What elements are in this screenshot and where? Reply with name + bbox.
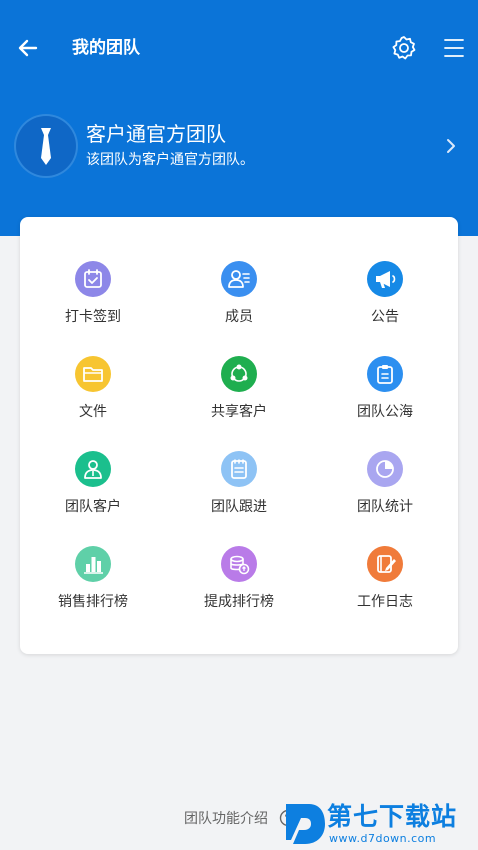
watermark-title: 第七下载站: [327, 802, 458, 831]
team-avatar: [16, 116, 76, 176]
team-feature-intro-link[interactable]: 团队功能介绍: [184, 808, 268, 830]
menu-button[interactable]: [442, 37, 466, 59]
clipboard-icon: [367, 356, 403, 392]
feature-label: 提成排行榜: [204, 594, 274, 610]
megaphone-icon: [367, 261, 403, 297]
bar-chart-icon: [75, 546, 111, 582]
feature-grid: 打卡签到 成员 公告 文件 共享客户 团队公海 团队客户 团队跟进 团队统计 销…: [20, 217, 458, 654]
settings-button[interactable]: [391, 35, 417, 61]
top-bar: 我的团队: [0, 0, 478, 96]
feature-check-in[interactable]: 打卡签到: [20, 261, 166, 341]
d7-logo-icon: [286, 804, 325, 844]
members-icon: [221, 261, 257, 297]
edit-log-icon: [367, 546, 403, 582]
site-watermark: 第七下载站 www.d7down.com: [283, 800, 478, 850]
pie-chart-icon: [367, 451, 403, 487]
chevron-right-icon: [447, 139, 455, 153]
watermark-url: www.d7down.com: [329, 832, 437, 845]
team-name: 客户通官方团队: [86, 122, 226, 146]
feature-label: 团队客户: [65, 499, 121, 515]
feature-label: 文件: [79, 404, 107, 420]
back-button[interactable]: [14, 34, 42, 62]
feature-members[interactable]: 成员: [166, 261, 312, 341]
feature-label: 团队公海: [357, 404, 413, 420]
feature-announcement[interactable]: 公告: [312, 261, 458, 341]
team-info-card[interactable]: 客户通官方团队 该团队为客户通官方团队。: [16, 116, 466, 176]
feature-team-statistics[interactable]: 团队统计: [312, 451, 458, 531]
folder-icon: [75, 356, 111, 392]
feature-label: 打卡签到: [65, 309, 121, 325]
feature-team-followup[interactable]: 团队跟进: [166, 451, 312, 531]
share-nodes-icon: [221, 356, 257, 392]
necktie-icon: [41, 128, 51, 165]
feature-label: 工作日志: [357, 594, 413, 610]
feature-team-customers[interactable]: 团队客户: [20, 451, 166, 531]
feature-label: 公告: [371, 309, 399, 325]
hamburger-menu-icon: [444, 39, 464, 57]
feature-label: 共享客户: [211, 404, 267, 420]
feature-label: 团队跟进: [211, 499, 267, 515]
page-title: 我的团队: [72, 38, 140, 58]
coins-icon: [221, 546, 257, 582]
feature-commission-ranking[interactable]: 提成排行榜: [166, 546, 312, 626]
feature-shared-customers[interactable]: 共享客户: [166, 356, 312, 436]
feature-team-pool[interactable]: 团队公海: [312, 356, 458, 436]
customer-icon: [75, 451, 111, 487]
feature-label: 销售排行榜: [58, 594, 128, 610]
calendar-check-icon: [75, 261, 111, 297]
gear-icon: [392, 36, 416, 60]
notepad-icon: [221, 451, 257, 487]
feature-label: 团队统计: [357, 499, 413, 515]
team-description: 该团队为客户通官方团队。: [86, 152, 254, 168]
feature-sales-ranking[interactable]: 销售排行榜: [20, 546, 166, 626]
feature-work-log[interactable]: 工作日志: [312, 546, 458, 626]
team-detail-arrow[interactable]: [440, 134, 462, 158]
feature-label: 成员: [225, 309, 253, 325]
feature-files[interactable]: 文件: [20, 356, 166, 436]
arrow-left-icon: [18, 39, 38, 57]
